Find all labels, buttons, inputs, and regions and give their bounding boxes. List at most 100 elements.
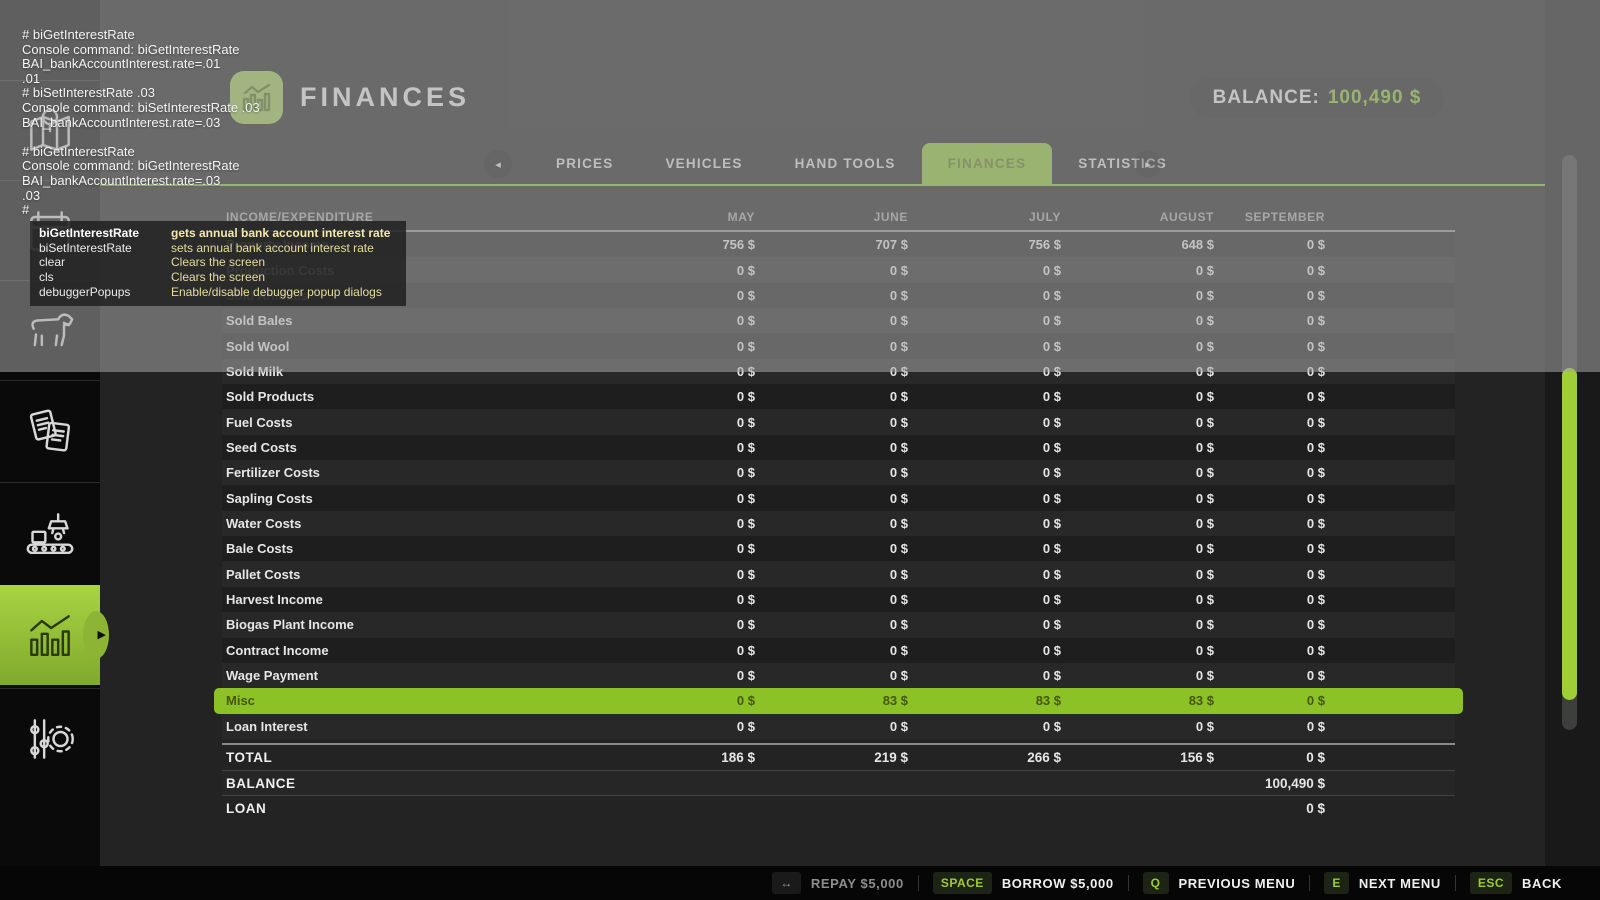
table-row[interactable]: Wage Payment0 $0 $0 $0 $0 $ <box>222 663 1455 688</box>
row-label: Sold Products <box>222 389 602 404</box>
row-value: 0 $ <box>908 567 1061 582</box>
autocomplete-description: Enable/disable debugger popup dialogs <box>171 285 397 300</box>
autocomplete-row[interactable]: biSetInterestRatesets annual bank accoun… <box>39 241 397 256</box>
row-value: 0 $ <box>755 643 908 658</box>
row-value: 0 $ <box>1061 567 1214 582</box>
hint-label: NEXT MENU <box>1359 876 1441 891</box>
console-line: BAI_bankAccountInterest.rate=.03 <box>22 116 260 131</box>
hint-back[interactable]: ESCBACK <box>1470 872 1562 894</box>
row-value: 0 $ <box>908 491 1061 506</box>
row-value: 0 $ <box>908 465 1061 480</box>
row-value: 0 $ <box>602 389 755 404</box>
hint-label: REPAY $5,000 <box>811 876 904 891</box>
totals-value: 156 $ <box>1061 750 1214 765</box>
row-value: 0 $ <box>1061 440 1214 455</box>
scrollbar-thumb[interactable] <box>1562 368 1577 700</box>
row-value: 0 $ <box>908 668 1061 683</box>
row-value: 0 $ <box>1214 415 1390 430</box>
table-row[interactable]: Misc0 $83 $83 $83 $0 $ <box>214 688 1463 713</box>
row-value: 0 $ <box>755 491 908 506</box>
row-value: 0 $ <box>1214 617 1390 632</box>
totals-label: BALANCE <box>222 776 602 791</box>
autocomplete-row[interactable]: biGetInterestRategets annual bank accoun… <box>39 226 397 241</box>
row-value: 0 $ <box>1061 415 1214 430</box>
console-line: BAI_bankAccountInterest.rate=.03 <box>22 174 260 189</box>
hint-next-menu[interactable]: E NEXT MENU <box>1324 872 1440 894</box>
hint-previous-menu[interactable]: QPREVIOUS MENU <box>1143 872 1296 894</box>
autocomplete-row[interactable]: debuggerPopupsEnable/disable debugger po… <box>39 285 397 300</box>
table-row[interactable]: Seed Costs0 $0 $0 $0 $0 $ <box>222 435 1455 460</box>
row-label: Misc <box>222 693 602 708</box>
autocomplete-description: Clears the screen <box>171 255 397 270</box>
row-value: 0 $ <box>908 389 1061 404</box>
active-pointer-icon: ▶ <box>98 628 106 641</box>
autocomplete-description: gets annual bank account interest rate <box>171 226 397 241</box>
hint-separator <box>1128 875 1129 891</box>
row-value: 0 $ <box>1061 592 1214 607</box>
table-row[interactable]: Harvest Income0 $0 $0 $0 $0 $ <box>222 587 1455 612</box>
row-value: 0 $ <box>1061 643 1214 658</box>
row-value: 0 $ <box>1214 592 1390 607</box>
row-value: 0 $ <box>908 516 1061 531</box>
key-chip[interactable]: Q <box>1143 872 1169 894</box>
totals-label: LOAN <box>222 801 602 816</box>
row-label: Harvest Income <box>222 592 602 607</box>
table-row[interactable]: Contract Income0 $0 $0 $0 $0 $ <box>222 638 1455 663</box>
console-line: # biGetInterestRate <box>22 28 260 43</box>
sidebar-item-settings[interactable] <box>0 688 100 788</box>
table-row[interactable]: Sapling Costs0 $0 $0 $0 $0 $ <box>222 485 1455 510</box>
totals-row: LOAN0 $ <box>222 795 1455 820</box>
console-line: .01 <box>22 72 260 87</box>
row-value: 0 $ <box>602 643 755 658</box>
row-value: 83 $ <box>1061 693 1214 708</box>
row-value: 0 $ <box>755 617 908 632</box>
row-value: 0 $ <box>1214 567 1390 582</box>
hint-separator <box>1455 875 1456 891</box>
row-label: Contract Income <box>222 643 602 658</box>
table-row[interactable]: Bale Costs0 $0 $0 $0 $0 $ <box>222 536 1455 561</box>
key-chip[interactable]: SPACE <box>933 872 992 894</box>
row-label: Bale Costs <box>222 541 602 556</box>
key-chip[interactable]: ESC <box>1470 872 1512 894</box>
row-value: 0 $ <box>755 668 908 683</box>
row-value: 0 $ <box>755 415 908 430</box>
row-label: Water Costs <box>222 516 602 531</box>
table-row[interactable]: Pallet Costs0 $0 $0 $0 $0 $ <box>222 561 1455 586</box>
table-row[interactable]: Biogas Plant Income0 $0 $0 $0 $0 $ <box>222 612 1455 637</box>
row-value: 0 $ <box>602 415 755 430</box>
row-label: Biogas Plant Income <box>222 617 602 632</box>
row-value: 0 $ <box>1061 668 1214 683</box>
console-line <box>22 130 260 145</box>
table-totals: TOTAL186 $219 $266 $156 $0 $BALANCE100,4… <box>222 743 1455 821</box>
settings-icon <box>22 711 78 767</box>
table-row[interactable]: Sold Products0 $0 $0 $0 $0 $ <box>222 384 1455 409</box>
table-row[interactable]: Fuel Costs0 $0 $0 $0 $0 $ <box>222 409 1455 434</box>
console-line: # <box>22 203 260 218</box>
hint-label: BORROW $5,000 <box>1002 876 1114 891</box>
row-value: 0 $ <box>602 592 755 607</box>
table-row[interactable]: Water Costs0 $0 $0 $0 $0 $ <box>222 511 1455 536</box>
table-row[interactable]: Fertilizer Costs0 $0 $0 $0 $0 $ <box>222 460 1455 485</box>
hint-borrow-5-000[interactable]: SPACE BORROW $5,000 <box>933 872 1114 894</box>
totals-label: TOTAL <box>222 750 602 765</box>
row-label: Pallet Costs <box>222 567 602 582</box>
row-value: 0 $ <box>1061 719 1214 734</box>
totals-row: BALANCE100,490 $ <box>222 770 1455 795</box>
row-label: Fuel Costs <box>222 415 602 430</box>
console-line: .03 <box>22 189 260 204</box>
autocomplete-row[interactable]: clsClears the screen <box>39 270 397 285</box>
console-line: Console command: biGetInterestRate <box>22 43 260 58</box>
footer-hint-bar: ↔REPAY $5,000SPACEBORROW $5,000QPREVIOUS… <box>0 866 1600 900</box>
row-value: 0 $ <box>755 389 908 404</box>
row-value: 0 $ <box>602 516 755 531</box>
sidebar-item-production[interactable] <box>0 482 100 582</box>
table-row[interactable]: Loan Interest0 $0 $0 $0 $0 $ <box>222 714 1455 739</box>
key-chip[interactable]: E <box>1324 872 1349 894</box>
row-value: 0 $ <box>602 465 755 480</box>
finances-screen: FINANCES BALANCE: 100,490 $ ◂ PRICESVEHI… <box>0 0 1600 900</box>
sidebar-item-finances[interactable]: ▶ <box>0 585 100 685</box>
finances-chart-icon <box>22 607 78 663</box>
sidebar-item-contracts[interactable] <box>0 380 100 480</box>
row-value: 0 $ <box>908 643 1061 658</box>
autocomplete-row[interactable]: clearClears the screen <box>39 255 397 270</box>
